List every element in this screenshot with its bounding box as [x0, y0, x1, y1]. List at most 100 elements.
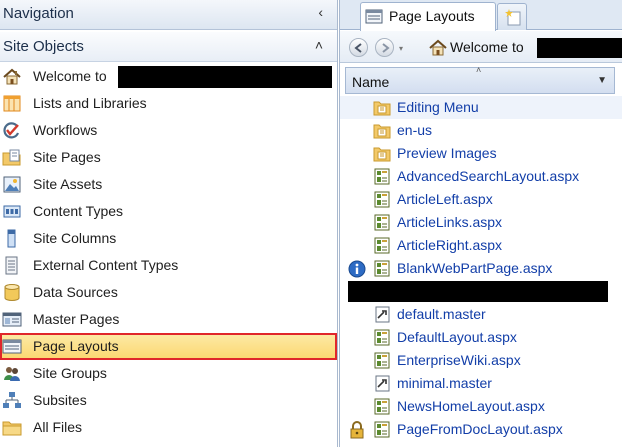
name-column-header[interactable]: Name ˄ ▼ — [345, 65, 615, 94]
master-file-icon — [373, 375, 391, 392]
list-item[interactable]: ArticleRight.aspx — [340, 234, 622, 257]
redaction-bar — [118, 66, 332, 88]
database-icon — [2, 283, 22, 302]
back-button[interactable] — [349, 38, 368, 57]
page-layout-icon — [2, 337, 22, 356]
image-asset-icon — [2, 175, 22, 194]
sidebar-item-site-assets[interactable]: Site Assets — [0, 171, 337, 198]
aspx-page-icon — [373, 398, 391, 415]
list-item[interactable] — [340, 280, 622, 303]
aspx-page-icon — [373, 352, 391, 369]
file-name[interactable]: PageFromDocLayout.aspx — [397, 421, 563, 437]
column-icon — [2, 229, 22, 248]
aspx-page-icon — [373, 237, 391, 254]
file-name[interactable]: EnterpriseWiki.aspx — [397, 352, 521, 368]
list-icon — [2, 94, 22, 113]
aspx-page-icon — [373, 168, 391, 185]
sidebar-item-site-pages[interactable]: Site Pages — [0, 144, 337, 171]
column-label: Name — [352, 74, 390, 90]
back-arrow-icon — [354, 43, 362, 53]
list-item[interactable]: en-us — [340, 119, 622, 142]
sidebar-item-data-sources[interactable]: Data Sources — [0, 279, 337, 306]
file-name[interactable]: BlankWebPartPage.aspx — [397, 260, 552, 276]
sidebar-item-content-types[interactable]: Content Types — [0, 198, 337, 225]
sidebar-item-welcome[interactable]: Welcome to — [0, 63, 337, 90]
list-item[interactable]: Editing Menu — [340, 96, 622, 119]
sidebar-item-label: Subsites — [33, 392, 87, 408]
sidebar-item-label: Site Pages — [33, 149, 101, 165]
pages-folder-icon — [2, 148, 22, 167]
chevron-up-icon[interactable]: ˄ — [315, 37, 323, 53]
sidebar-item-site-columns[interactable]: Site Columns — [0, 225, 337, 252]
users-icon — [2, 364, 22, 383]
page-layout-icon — [365, 8, 383, 25]
list-item[interactable]: EnterpriseWiki.aspx — [340, 349, 622, 372]
list-item[interactable]: NewsHomeLayout.aspx — [340, 395, 622, 418]
file-name[interactable]: DefaultLayout.aspx — [397, 329, 517, 345]
navigation-pane: Navigation ‹ Site Objects ˄ Welcome to L… — [0, 0, 338, 447]
file-name[interactable]: NewsHomeLayout.aspx — [397, 398, 545, 414]
forward-button[interactable] — [375, 38, 394, 57]
sidebar-item-label: Data Sources — [33, 284, 118, 300]
column-filter-dropdown-icon[interactable]: ▼ — [597, 75, 607, 86]
breadcrumb[interactable]: Welcome to — [450, 39, 524, 55]
list-item[interactable]: Preview Images — [340, 142, 622, 165]
lock-icon — [348, 421, 366, 439]
sidebar-item-all-files[interactable]: All Files — [0, 414, 337, 441]
history-dropdown-icon[interactable]: ▾ — [399, 44, 403, 53]
file-name[interactable]: default.master — [397, 306, 486, 322]
sidebar-item-label: All Files — [33, 419, 83, 435]
sidebar-item-external-content-types[interactable]: External Content Types — [0, 252, 337, 279]
sidebar-item-page-layouts[interactable]: Page Layouts — [0, 333, 337, 360]
sidebar-item-label: Welcome to — [33, 68, 107, 84]
master-file-icon — [373, 306, 391, 323]
sidebar-item-label: Site Groups — [33, 365, 107, 381]
home-icon[interactable] — [428, 39, 448, 60]
sidebar-item-label: Site Assets — [33, 176, 103, 192]
aspx-page-icon — [373, 260, 391, 277]
content-type-icon — [2, 202, 22, 221]
list-item[interactable]: default.master — [340, 303, 622, 326]
file-name[interactable]: en-us — [397, 122, 432, 138]
collapse-pane-icon[interactable]: ‹ — [318, 4, 323, 20]
sidebar-item-label: External Content Types — [33, 257, 179, 273]
folder-icon — [2, 418, 22, 437]
sidebar-item-label: Site Columns — [33, 230, 117, 246]
sidebar-item-subsites[interactable]: Subsites — [0, 387, 337, 414]
file-name[interactable]: minimal.master — [397, 375, 492, 391]
sidebar-item-label: Lists and Libraries — [33, 95, 147, 111]
redaction-bar — [348, 281, 608, 302]
folder-icon — [373, 99, 391, 116]
file-name[interactable]: AdvancedSearchLayout.aspx — [397, 168, 579, 184]
sidebar-item-site-groups[interactable]: Site Groups — [0, 360, 337, 387]
site-objects-list: Welcome to Lists and Libraries Workflows… — [0, 63, 337, 441]
site-objects-header[interactable]: Site Objects ˄ — [0, 32, 337, 62]
list-item[interactable]: DefaultLayout.aspx — [340, 326, 622, 349]
list-item[interactable]: PageFromDocLayout.aspx — [340, 418, 622, 441]
list-item[interactable]: minimal.master — [340, 372, 622, 395]
workflow-icon — [2, 121, 22, 140]
folder-icon — [373, 122, 391, 139]
sort-ascending-icon: ˄ — [476, 65, 482, 75]
new-tab-button[interactable] — [497, 3, 527, 30]
sidebar-item-workflows[interactable]: Workflows — [0, 117, 337, 144]
sidebar-item-master-pages[interactable]: Master Pages — [0, 306, 337, 333]
sidebar-item-label: Master Pages — [33, 311, 120, 327]
file-name[interactable]: ArticleLinks.aspx — [397, 214, 502, 230]
file-name[interactable]: Editing Menu — [397, 99, 479, 115]
file-list: Editing Menu en-us Preview Images AdvancedS… — [340, 96, 622, 441]
list-item[interactable]: ArticleLinks.aspx — [340, 211, 622, 234]
file-name[interactable]: ArticleRight.aspx — [397, 237, 502, 253]
tab-page-layouts[interactable]: Page Layouts — [360, 2, 496, 31]
sitemap-icon — [2, 391, 22, 410]
navigation-title: Navigation — [3, 5, 74, 22]
file-name[interactable]: ArticleLeft.aspx — [397, 191, 493, 207]
list-item[interactable]: BlankWebPartPage.aspx — [340, 257, 622, 280]
sidebar-item-lists-and-libraries[interactable]: Lists and Libraries — [0, 90, 337, 117]
list-item[interactable]: ArticleLeft.aspx — [340, 188, 622, 211]
address-bar: ▾ Welcome to — [340, 31, 622, 63]
forward-arrow-icon — [382, 43, 390, 53]
list-item[interactable]: AdvancedSearchLayout.aspx — [340, 165, 622, 188]
sidebar-item-label: Content Types — [33, 203, 124, 219]
file-name[interactable]: Preview Images — [397, 145, 497, 161]
